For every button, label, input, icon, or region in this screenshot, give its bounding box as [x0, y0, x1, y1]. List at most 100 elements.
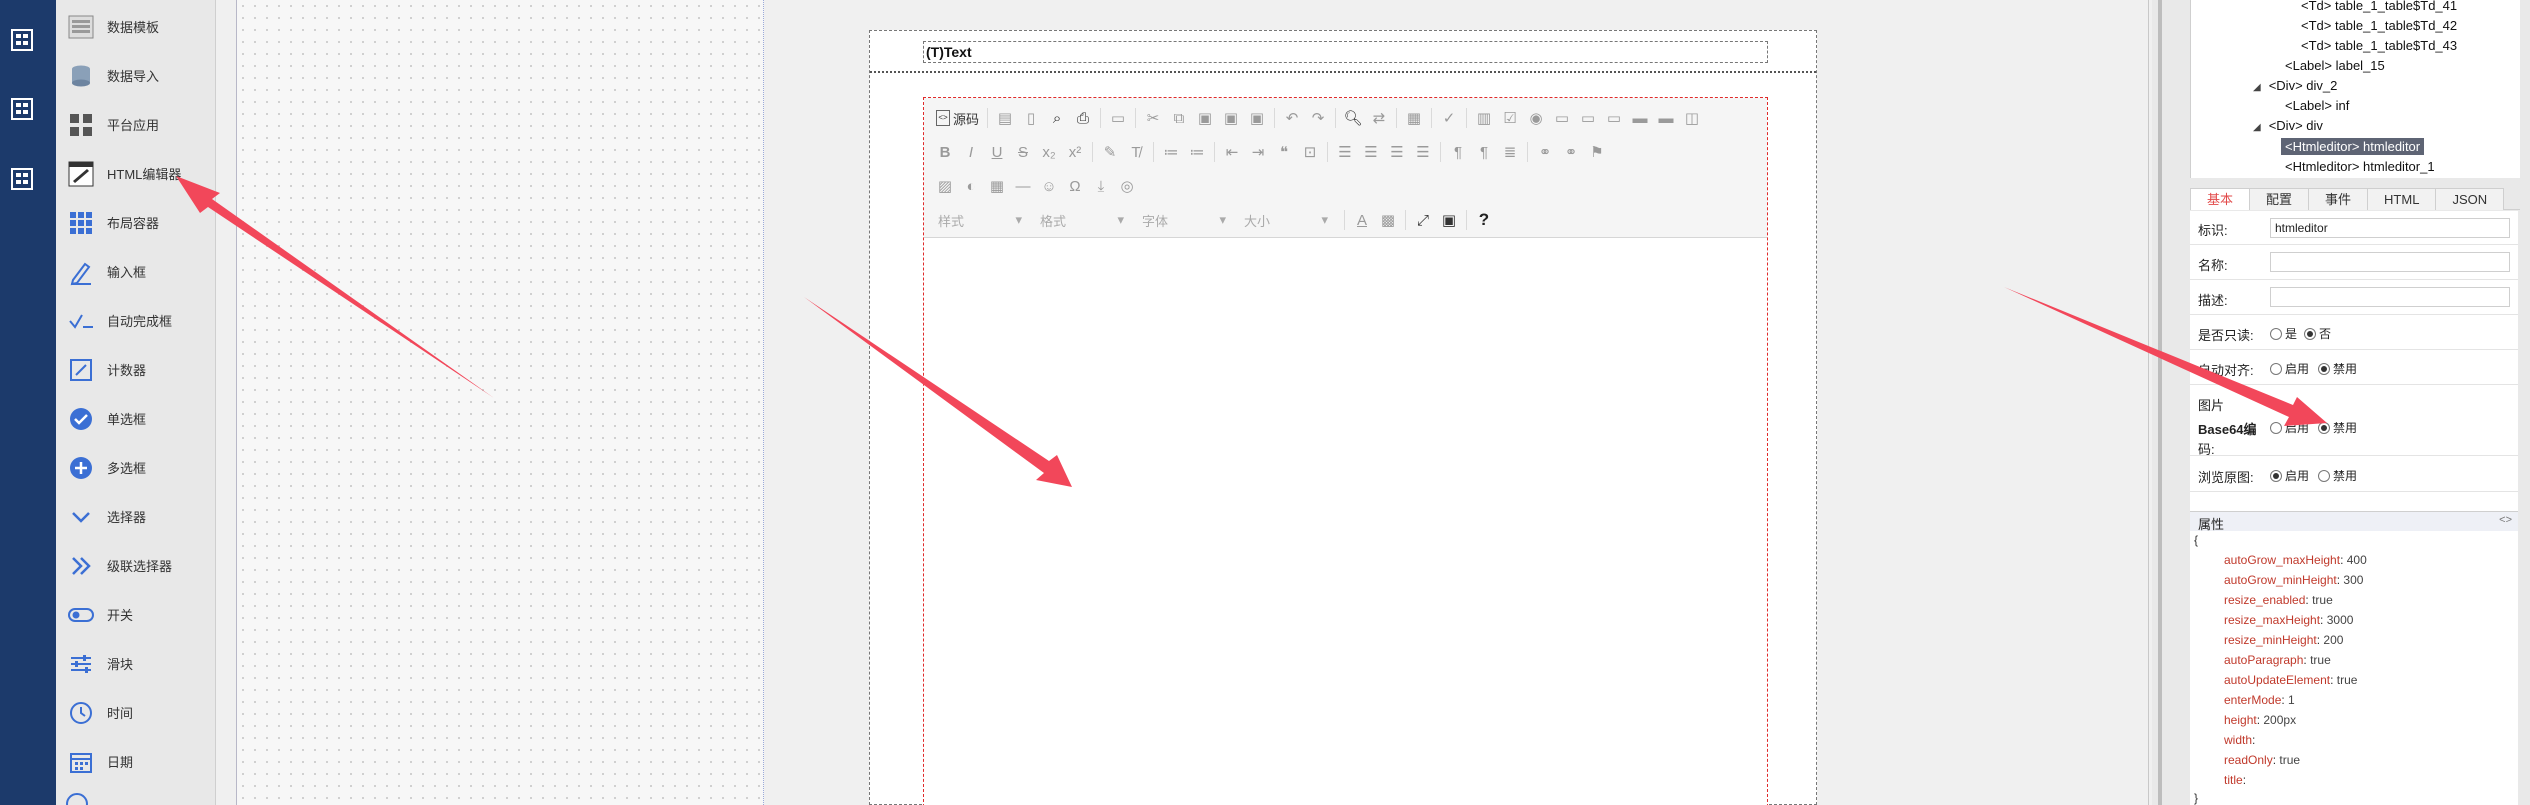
link-icon[interactable]: ⚭	[1532, 139, 1558, 165]
copy-icon[interactable]: ⧉	[1166, 105, 1192, 131]
tab-json[interactable]: JSON	[2435, 188, 2505, 210]
unlink-icon[interactable]: ⚭	[1558, 139, 1584, 165]
bulleted-list-icon[interactable]: ≔	[1184, 139, 1210, 165]
blockquote-icon[interactable]: ❝	[1271, 139, 1297, 165]
subscript-icon[interactable]: x₂	[1036, 139, 1062, 165]
select-all-icon[interactable]: ▦	[1401, 105, 1427, 131]
name-field[interactable]	[2270, 252, 2510, 272]
palette-item-autocomplete[interactable]: 自动完成框	[56, 296, 214, 345]
template-icon[interactable]: ▭	[1105, 105, 1131, 131]
align-enable-radio[interactable]: 启用	[2270, 360, 2309, 377]
indent-icon[interactable]: ⇥	[1245, 139, 1271, 165]
tree-node[interactable]: <Label> inf	[2285, 96, 2349, 116]
align-right-icon[interactable]: ☰	[1384, 139, 1410, 165]
palette-item-cascader[interactable]: 级联选择器	[56, 541, 214, 590]
base64-disable-radio[interactable]: 禁用	[2318, 419, 2357, 436]
remove-format-icon[interactable]: T̸	[1123, 139, 1149, 165]
base64-enable-radio[interactable]: 启用	[2270, 419, 2309, 436]
palette-item-radio[interactable]: 单选框	[56, 394, 214, 443]
bold-icon[interactable]: B	[932, 139, 958, 165]
palette-item-layout-container[interactable]: 布局容器	[56, 198, 214, 247]
palette-item-time[interactable]: 时间	[56, 688, 214, 737]
textarea-icon[interactable]: ▭	[1575, 105, 1601, 131]
tree-node[interactable]: <Td> table_1_table$Td_43	[2301, 36, 2457, 56]
strike-icon[interactable]: S	[1010, 139, 1036, 165]
numbered-list-icon[interactable]: ≔	[1158, 139, 1184, 165]
tree-node[interactable]: <Htmleditor> htmleditor_1	[2285, 157, 2435, 177]
maximize-icon[interactable]: ⤢	[1410, 207, 1436, 233]
tree-node[interactable]: <Label> label_15	[2285, 56, 2385, 76]
textfield-icon[interactable]: ▭	[1549, 105, 1575, 131]
tree-node-selected[interactable]: <Htmleditor> htmleditor	[2281, 137, 2425, 157]
iframe-icon[interactable]: ◎	[1114, 173, 1140, 199]
bg-color-icon[interactable]: ▩	[1375, 207, 1401, 233]
paste-icon[interactable]: ▣	[1192, 105, 1218, 131]
save-icon[interactable]: ▤	[992, 105, 1018, 131]
preview-icon[interactable]: ⌕	[1044, 105, 1070, 131]
radio-icon[interactable]: ◉	[1523, 105, 1549, 131]
paste-word-icon[interactable]: ▣	[1244, 105, 1270, 131]
underline-icon[interactable]: U	[984, 139, 1010, 165]
justify-icon[interactable]: ☰	[1410, 139, 1436, 165]
help-icon[interactable]: ?	[1471, 207, 1497, 233]
form-container[interactable]: (T)Text <> 源码 ▤ ▯ ⌕ ⎙ ▭ ✂ ⧉ ▣ ▣ ▣ ↶ ↷ 🔍︎…	[869, 30, 1817, 805]
table-icon[interactable]: ▦	[984, 173, 1010, 199]
hidden-field-icon[interactable]: ◫	[1679, 105, 1705, 131]
styles-combo[interactable]: 样式 ▾	[932, 207, 1028, 233]
tab-events[interactable]: 事件	[2308, 188, 2369, 210]
palette-item-data-template[interactable]: 数据模板	[56, 2, 214, 51]
select-field-icon[interactable]: ▭	[1601, 105, 1627, 131]
grid-icon[interactable]	[6, 93, 38, 125]
rtl-icon[interactable]: ¶	[1471, 139, 1497, 165]
special-char-icon[interactable]: Ω	[1062, 173, 1088, 199]
new-page-icon[interactable]: ▯	[1018, 105, 1044, 131]
expand-toggle-icon[interactable]: ◢	[2253, 122, 2261, 133]
id-field[interactable]: htmleditor	[2270, 218, 2510, 238]
text-component[interactable]: (T)Text	[923, 41, 1768, 63]
format-combo[interactable]: 格式 ▾	[1034, 207, 1130, 233]
find-icon[interactable]: 🔍︎	[1340, 105, 1366, 131]
grid-icon[interactable]	[6, 163, 38, 195]
palette-item-date[interactable]: 日期	[56, 737, 214, 786]
expand-toggle-icon[interactable]: ◢	[2253, 82, 2261, 93]
palette-item-counter[interactable]: 计数器	[56, 345, 214, 394]
preview-disable-radio[interactable]: 禁用	[2318, 467, 2357, 484]
page-break-icon[interactable]: ⤓	[1088, 173, 1114, 199]
div-icon[interactable]: ⊡	[1297, 139, 1323, 165]
tree-node[interactable]: <Td> table_1_table$Td_41	[2301, 0, 2457, 16]
show-blocks-icon[interactable]: ▣	[1436, 207, 1462, 233]
palette-item-select[interactable]: 选择器	[56, 492, 214, 541]
align-left-icon[interactable]: ☰	[1332, 139, 1358, 165]
palette-item-data-import[interactable]: 数据导入	[56, 51, 214, 100]
readonly-no-radio[interactable]: 否	[2304, 325, 2331, 342]
smiley-icon[interactable]: ☺	[1036, 173, 1062, 199]
tree-node[interactable]: <Td> table_1_table$Td_42	[2301, 16, 2457, 36]
palette-item-slider[interactable]: 滑块	[56, 639, 214, 688]
image-icon[interactable]: ▨	[932, 173, 958, 199]
text-color-icon[interactable]: A	[1349, 207, 1375, 233]
tree-node[interactable]: ◢ <Div> div	[2253, 116, 2323, 136]
italic-icon[interactable]: I	[958, 139, 984, 165]
paste-text-icon[interactable]: ▣	[1218, 105, 1244, 131]
palette-item-switch[interactable]: 开关	[56, 590, 214, 639]
attributes-header[interactable]: 属性 <>	[2190, 511, 2518, 532]
ltr-icon[interactable]: ¶	[1445, 139, 1471, 165]
horizontal-rule-icon[interactable]: ―	[1010, 173, 1036, 199]
replace-icon[interactable]: ⇄	[1366, 105, 1392, 131]
panel-scrollbar[interactable]	[2158, 0, 2162, 805]
outdent-icon[interactable]: ⇤	[1219, 139, 1245, 165]
readonly-yes-radio[interactable]: 是	[2270, 325, 2297, 342]
superscript-icon[interactable]: x²	[1062, 139, 1088, 165]
palette-item-platform-app[interactable]: 平台应用	[56, 100, 214, 149]
source-button[interactable]: <> 源码	[932, 105, 983, 131]
palette-item-checkbox[interactable]: 多选框	[56, 443, 214, 492]
code-toggle-icon[interactable]: <>	[2499, 514, 2512, 526]
align-center-icon[interactable]: ☰	[1358, 139, 1384, 165]
palette-item-input[interactable]: 输入框	[56, 247, 214, 296]
align-disable-radio[interactable]: 禁用	[2318, 360, 2357, 377]
preview-enable-radio[interactable]: 启用	[2270, 467, 2309, 484]
palette-item-html-editor[interactable]: HTML编辑器	[56, 149, 214, 198]
desc-field[interactable]	[2270, 287, 2510, 307]
image-button-icon[interactable]: ▬	[1653, 105, 1679, 131]
copy-format-icon[interactable]: ✎	[1097, 139, 1123, 165]
